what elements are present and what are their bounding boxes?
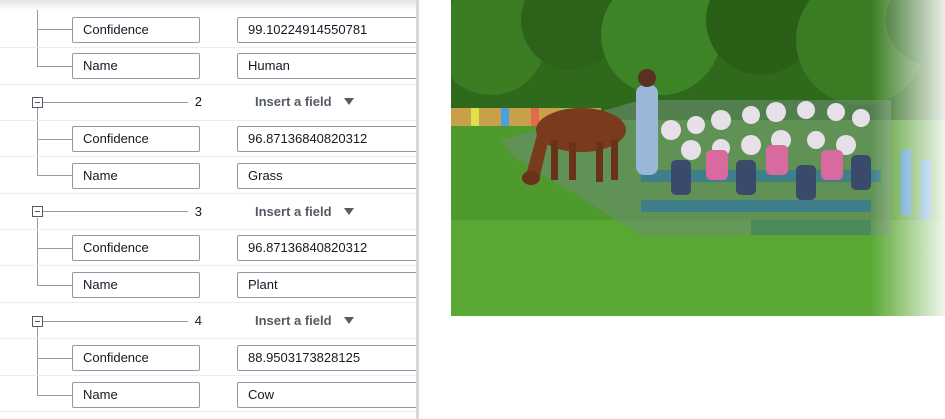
key-field-confidence[interactable]: Confidence xyxy=(72,345,200,371)
tree-connector xyxy=(43,211,188,212)
tree-connector xyxy=(37,358,72,359)
collapse-toggle-icon[interactable] xyxy=(32,97,43,108)
tree-connector xyxy=(37,285,72,286)
tree-connector xyxy=(43,321,188,322)
tree-connector xyxy=(37,248,72,249)
collapse-toggle-icon[interactable] xyxy=(32,206,43,217)
tree-connector xyxy=(37,175,72,176)
value-field-confidence[interactable]: 88.9503173828125 xyxy=(237,345,418,371)
tree-row-name: Name Human xyxy=(0,48,418,85)
array-index: 3 xyxy=(194,204,202,219)
tree-row-name: Name Grass xyxy=(0,157,418,194)
tree-connector xyxy=(37,66,72,67)
key-field-confidence[interactable]: Confidence xyxy=(72,235,200,261)
tree-row-array-item: 4 Insert a field xyxy=(0,303,418,339)
chevron-down-icon[interactable] xyxy=(344,317,354,324)
array-index: 4 xyxy=(194,313,202,328)
tree-row-array-item: 2 Insert a field xyxy=(0,85,418,121)
key-field-name[interactable]: Name xyxy=(72,53,200,79)
pony-and-children-photo xyxy=(451,0,945,316)
value-field-name[interactable]: Human xyxy=(237,53,418,79)
key-field-confidence[interactable]: Confidence xyxy=(72,126,200,152)
value-field-confidence[interactable]: 96.87136840820312 xyxy=(237,126,418,152)
tree-connector xyxy=(37,139,72,140)
key-field-confidence[interactable]: Confidence xyxy=(72,17,200,43)
insert-field-button[interactable]: Insert a field xyxy=(255,94,332,109)
tree-row-confidence: Confidence 96.87136840820312 xyxy=(0,230,418,266)
tree-connector xyxy=(37,29,72,30)
collapse-toggle-icon[interactable] xyxy=(32,316,43,327)
value-field-name[interactable]: Grass xyxy=(237,163,418,189)
value-field-name[interactable]: Cow xyxy=(237,382,418,408)
array-index: 2 xyxy=(194,94,202,109)
tree-row-name: Name Plant xyxy=(0,266,418,303)
insert-field-button[interactable]: Insert a field xyxy=(255,204,332,219)
key-field-name[interactable]: Name xyxy=(72,382,200,408)
insert-field-button[interactable]: Insert a field xyxy=(255,313,332,328)
tree-connector xyxy=(37,395,72,396)
panel-divider xyxy=(416,0,419,419)
value-field-name[interactable]: Plant xyxy=(237,272,418,298)
chevron-down-icon[interactable] xyxy=(344,98,354,105)
key-field-name[interactable]: Name xyxy=(72,272,200,298)
value-field-confidence[interactable]: 99.10224914550781 xyxy=(237,17,418,43)
value-field-confidence[interactable]: 96.87136840820312 xyxy=(237,235,418,261)
tree-connector xyxy=(43,102,188,103)
key-field-name[interactable]: Name xyxy=(72,163,200,189)
chevron-down-icon[interactable] xyxy=(344,208,354,215)
tree-row-confidence: Confidence 96.87136840820312 xyxy=(0,121,418,157)
tree-row-confidence: Confidence 88.9503173828125 xyxy=(0,339,418,376)
tree-row-array-item: 3 Insert a field xyxy=(0,194,418,230)
tree-row-confidence: Confidence 99.10224914550781 xyxy=(0,10,418,48)
json-tree-editor: Confidence 99.10224914550781 Name Human … xyxy=(0,0,418,419)
tree-row-name: Name Cow xyxy=(0,376,418,412)
